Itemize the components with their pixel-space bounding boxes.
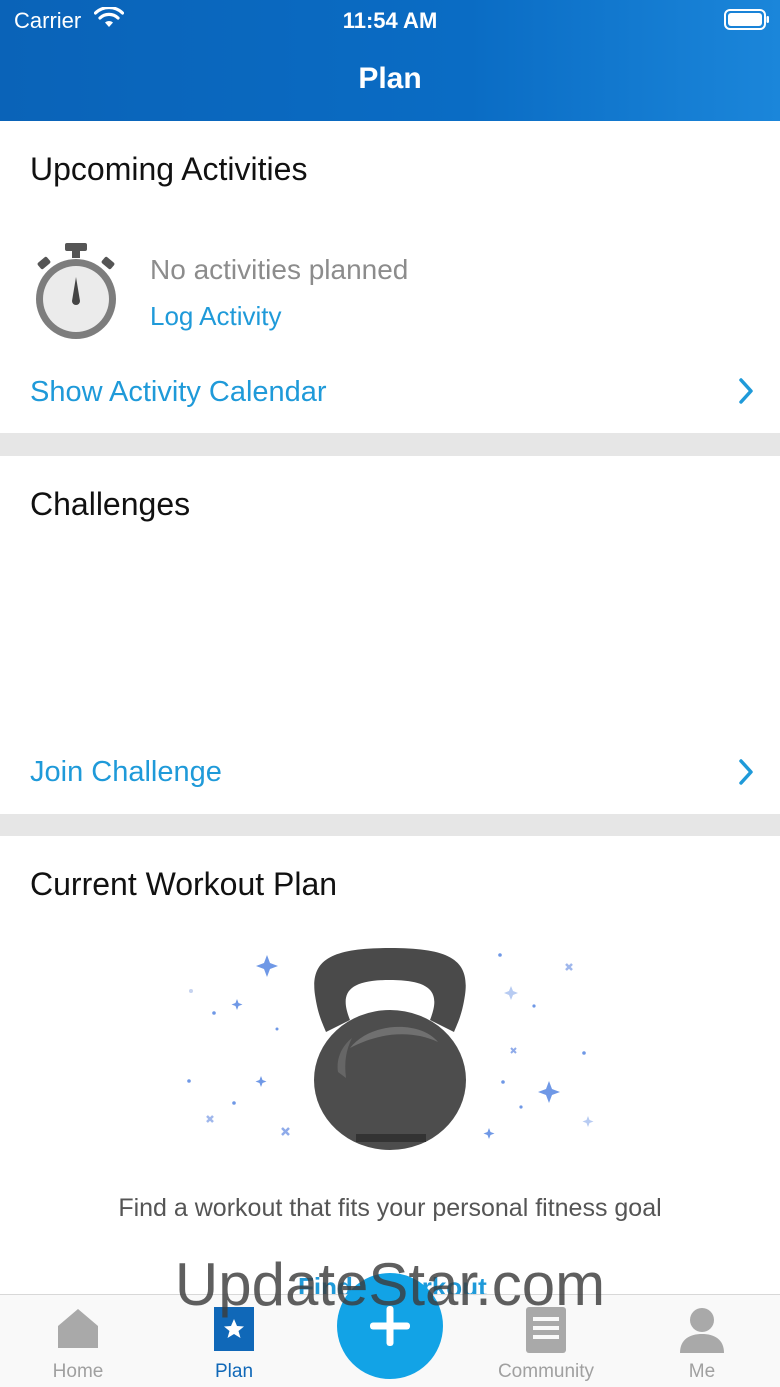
upcoming-activities-card: Upcoming Activities No activities planne… [0,121,780,433]
no-activities-text: No activities planned [150,254,409,285]
watermark-text: UpdateStar.com [174,1251,606,1318]
current-workout-plan-title: Current Workout Plan [30,866,338,902]
chevron-right-icon[interactable] [738,377,754,405]
status-bar: Carrier 11:54 AM [0,0,780,40]
log-activity-link[interactable]: Log Activity [150,301,282,332]
tab-home-label: Home [52,1361,104,1382]
app-header: Carrier 11:54 AM Plan [0,0,780,121]
tab-community-label: Community [497,1361,595,1382]
kettlebell-icon [187,948,594,1150]
page-title: Plan [358,62,422,95]
status-time: 11:54 AM [342,8,438,33]
tab-me-label: Me [688,1361,716,1382]
upcoming-activities-title: Upcoming Activities [30,151,308,187]
challenges-card: Challenges Join Challenge [0,456,780,814]
workout-description: Find a workout that fits your personal f… [118,1194,662,1222]
join-challenge-link[interactable]: Join Challenge [30,756,222,789]
challenges-title: Challenges [30,486,191,522]
tab-plan-label: Plan [214,1361,254,1382]
show-activity-calendar-link[interactable]: Show Activity Calendar [30,376,327,409]
chevron-right-icon[interactable] [738,758,754,786]
stopwatch-icon [36,243,116,339]
battery-icon [724,9,769,30]
